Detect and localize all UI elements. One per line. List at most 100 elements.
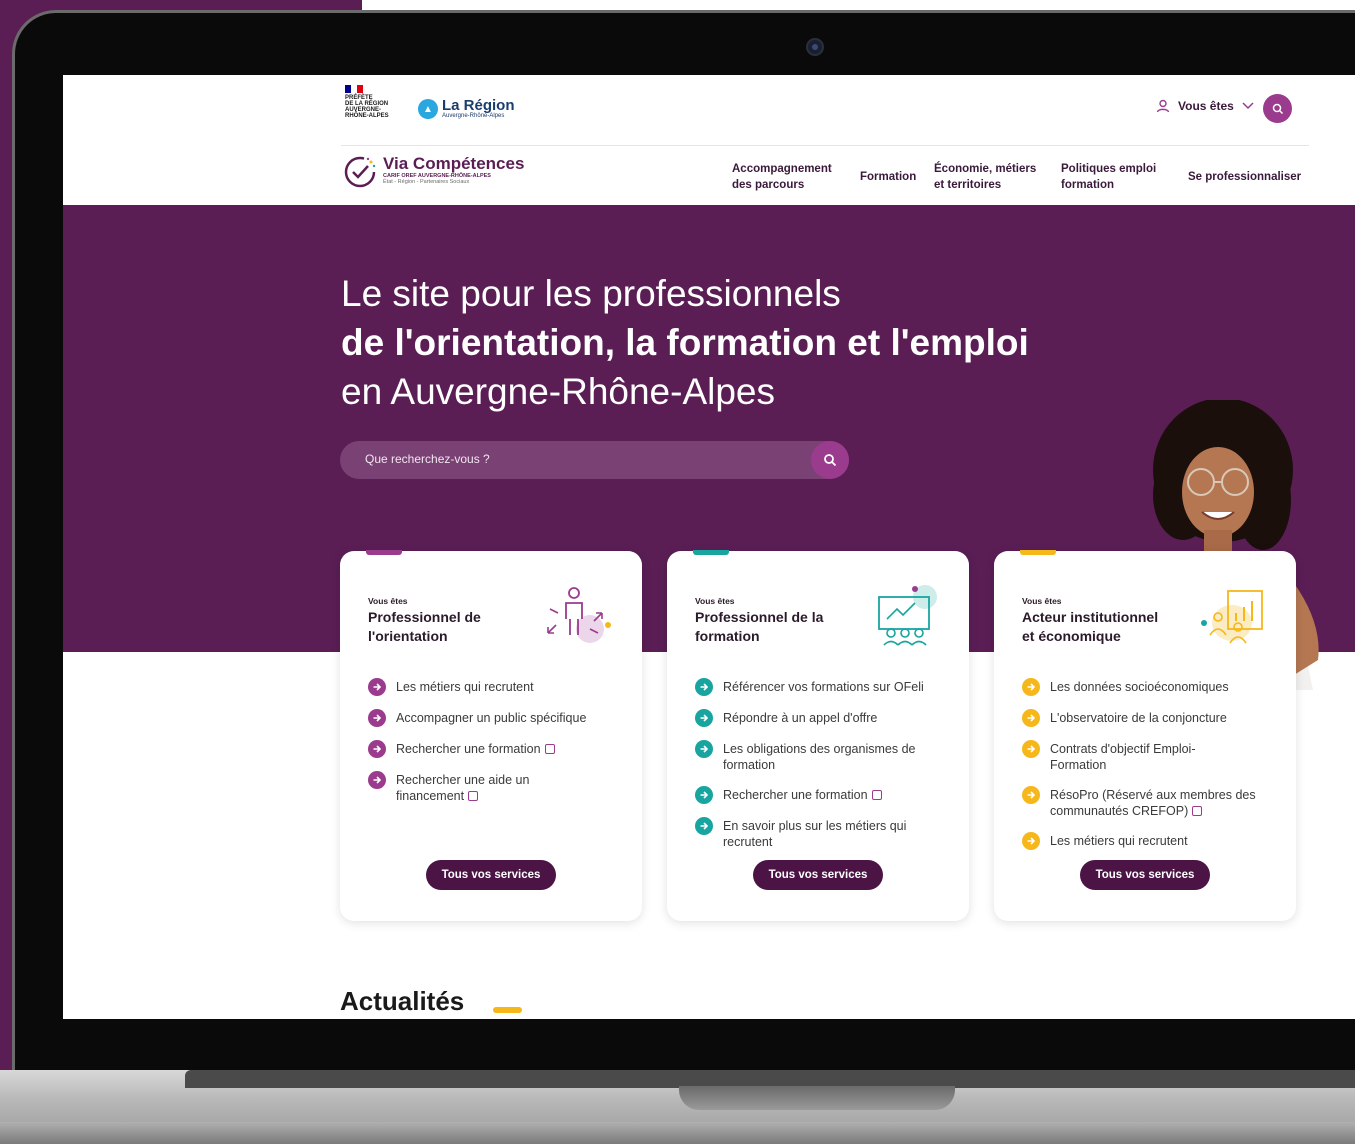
card-link-label: Rechercher une aide un financement [396,773,530,803]
card-link-label: Rechercher une formation [723,788,868,802]
nav-item-formation[interactable]: Formation [860,169,916,185]
user-icon [1156,99,1170,113]
search-icon [824,454,837,467]
nav-item-economie[interactable]: Économie, métiers et territoires [934,161,1044,193]
news-title-accent [493,1007,522,1013]
prefet-logo[interactable]: PRÉFÈTE DE LA RÉGION AUVERGNE- RHÔNE-ALP… [345,85,405,139]
card-link-label: Les données socioéconomiques [1050,680,1229,694]
card-link-label: Contrats d'objectif Emploi-Formation [1050,742,1196,772]
webcam-icon [806,38,824,56]
vous-etes-dropdown[interactable]: Vous êtes [1156,99,1254,113]
card-link[interactable]: Accompagner un public spécifique [368,709,628,727]
card-link-label: RésoPro (Réservé aux membres des communa… [1050,788,1256,818]
card-links-list: Les données socioéconomiques L'observato… [1022,678,1282,864]
card-link[interactable]: Les données socioéconomiques [1022,678,1282,696]
card-link[interactable]: RésoPro (Réservé aux membres des communa… [1022,786,1282,819]
external-link-icon [544,744,555,754]
browser-viewport: PRÉFÈTE DE LA RÉGION AUVERGNE- RHÔNE-ALP… [63,75,1355,1019]
classroom-board-icon [878,585,937,646]
laptop-front-edge [0,1122,1355,1144]
card-title: Acteur institutionnel et économique [1022,609,1159,644]
card-link[interactable]: Les métiers qui recrutent [1022,832,1282,850]
card-link-label: Rechercher une formation [396,742,541,756]
region-name: La Région [442,97,515,114]
arrow-right-icon [695,817,713,835]
nav-item-politiques[interactable]: Politiques emploi formation [1061,161,1161,193]
card-link[interactable]: Répondre à un appel d'offre [695,709,955,727]
arrow-right-icon [695,709,713,727]
institution-chart-people-icon [1201,590,1263,644]
card-link[interactable]: Les obligations des organismes de format… [695,740,955,773]
card-link[interactable]: Contrats d'objectif Emploi-Formation [1022,740,1282,773]
card-accent-tab [693,550,729,555]
arrow-right-icon [1022,786,1040,804]
card-link-label: Les obligations des organismes de format… [723,742,916,772]
card-link-label: L'observatoire de la conjoncture [1050,711,1227,725]
card-link-label: En savoir plus sur les métiers qui recru… [723,819,907,849]
search-icon [1272,103,1283,114]
hero-title-line2: de l'orientation, la formation et l'empl… [341,322,1029,363]
hero-search-bar[interactable]: Que recherchez-vous ? [340,441,849,479]
card-title: Professionnel de la formation [695,609,824,644]
card-link-label: Les métiers qui recrutent [396,680,534,694]
arrow-right-icon [368,771,386,789]
card-kicker: Vous êtes [695,596,735,606]
arrow-right-icon [368,709,386,727]
card-link[interactable]: Référencer vos formations sur OFeli [695,678,955,696]
hero-search-button[interactable] [811,441,849,479]
tous-vos-services-button[interactable]: Tous vos services [426,860,556,890]
main-nav: Via Compétences CARIF OREF AUVERGNE-RHÔN… [63,147,1355,205]
external-link-icon [871,790,882,800]
prefet-logo-text: PRÉFÈTE DE LA RÉGION AUVERGNE- RHÔNE-ALP… [345,95,389,119]
card-kicker: Vous êtes [368,596,408,606]
french-flag-icon [345,85,363,93]
region-sub: Auvergne-Rhône-Alpes [442,113,505,119]
card-acteur-institutionnel: Vous êtes Acteur institutionnel et écono… [994,550,1296,921]
brand-sub2: État - Région - Partenaires Sociaux [383,179,470,185]
news-section-title: Actualités [340,986,465,1016]
arrow-right-icon [1022,709,1040,727]
check-circle-logo-icon [344,156,376,188]
tous-vos-services-button[interactable]: Tous vos services [753,860,883,890]
card-formation: Vous êtes Professionnel de la formation … [667,550,969,921]
region-logo[interactable]: ▲ La Région Auvergne-Rhône-Alpes [418,97,515,119]
header-top: PRÉFÈTE DE LA RÉGION AUVERGNE- RHÔNE-ALP… [63,75,1355,146]
orientation-person-arrows-icon [547,587,611,643]
card-links-list: Les métiers qui recrutent Accompagner un… [368,678,628,818]
arrow-right-icon [1022,832,1040,850]
card-link[interactable]: Rechercher une formation [368,740,628,758]
header-divider [341,145,1309,146]
card-kicker: Vous êtes [1022,596,1062,606]
arrow-right-icon [368,740,386,758]
card-links-list: Référencer vos formations sur OFeli Répo… [695,678,955,864]
arrow-right-icon [695,740,713,758]
card-title: Professionnel de l'orientation [368,609,481,644]
card-link[interactable]: Rechercher une aide un financement [368,771,628,804]
hero-title-line1: Le site pour les professionnels [341,273,841,314]
card-accent-tab [366,550,402,555]
arrow-right-icon [1022,678,1040,696]
header-search-button[interactable] [1263,94,1292,123]
card-link-label: Accompagner un public spécifique [396,711,587,725]
region-mountain-icon: ▲ [418,99,438,119]
arrow-right-icon [368,678,386,696]
via-competences-logo[interactable]: Via Compétences CARIF OREF AUVERGNE-RHÔN… [343,155,524,189]
card-link[interactable]: En savoir plus sur les métiers qui recru… [695,817,955,850]
card-link[interactable]: Les métiers qui recrutent [368,678,628,696]
brand-name: Via Compétences [383,154,525,173]
card-orientation: Vous êtes Professionnel de l'orientation… [340,550,642,921]
nav-item-accompagnement[interactable]: Accompagnement des parcours [732,161,842,193]
card-link-label: Référencer vos formations sur OFeli [723,680,924,694]
vous-etes-label: Vous êtes [1178,99,1234,113]
tous-vos-services-button[interactable]: Tous vos services [1080,860,1210,890]
card-link[interactable]: L'observatoire de la conjoncture [1022,709,1282,727]
card-link-label: Répondre à un appel d'offre [723,711,878,725]
hero-title-line3: en Auvergne-Rhône-Alpes [341,371,776,412]
nav-item-se-professionnaliser[interactable]: Se professionnaliser [1188,169,1301,185]
card-link-label: Les métiers qui recrutent [1050,834,1188,848]
external-link-icon [1192,806,1203,816]
hero-search-input[interactable]: Que recherchez-vous ? [365,452,490,466]
card-accent-tab [1020,550,1056,555]
chevron-down-icon [1242,102,1254,110]
card-link[interactable]: Rechercher une formation [695,786,955,804]
